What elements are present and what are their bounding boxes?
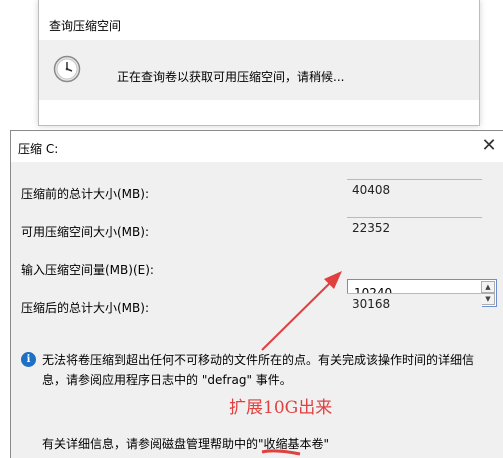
query-dialog-title: 查询压缩空间 (49, 19, 122, 33)
chevron-down-icon: ▼ (485, 295, 491, 303)
chevron-up-icon: ▲ (485, 283, 491, 291)
total-after-label: 压缩后的总计大小(MB): (21, 301, 149, 315)
query-dialog-titlebar: 查询压缩空间 (39, 0, 479, 40)
compress-volume-dialog: 压缩 C: ✕ 压缩前的总计大小(MB): 40408 可用压缩空间大小(MB)… (10, 130, 503, 458)
dialog-title: 压缩 C: (18, 142, 59, 156)
help-message: 有关详细信息，请参阅磁盘管理帮助中的"收缩基本卷" (42, 437, 330, 451)
total-after-value: 30168 (347, 293, 482, 314)
total-before-label: 压缩前的总计大小(MB): (21, 187, 149, 201)
available-space-value: 22352 (347, 217, 482, 238)
available-space-label: 可用压缩空间大小(MB): (21, 225, 149, 239)
total-before-value: 40408 (347, 179, 482, 200)
close-button[interactable]: ✕ (478, 135, 500, 157)
annotation-text: 扩展10G出来 (229, 398, 333, 418)
query-dialog-footer (39, 100, 479, 125)
clock-icon (53, 55, 81, 83)
info-icon: i (21, 352, 36, 367)
close-icon: ✕ (481, 135, 497, 156)
spin-up-button[interactable]: ▲ (481, 281, 495, 293)
info-message: 无法将卷压缩到超出任何不可移动的文件所在的点。有关完成该操作时间的详细信息，请参… (42, 353, 475, 387)
query-shrink-space-dialog: 查询压缩空间 正在查询卷以获取可用压缩空间，请稍候... (38, 0, 480, 126)
compress-dialog-body: 压缩前的总计大小(MB): 40408 可用压缩空间大小(MB): 22352 … (11, 162, 503, 458)
shrink-amount-label: 输入压缩空间量(MB)(E): (21, 263, 154, 277)
query-dialog-body: 正在查询卷以获取可用压缩空间，请稍候... (39, 40, 479, 100)
spin-down-button[interactable]: ▼ (481, 293, 495, 305)
query-status-message: 正在查询卷以获取可用压缩空间，请稍候... (117, 70, 345, 84)
